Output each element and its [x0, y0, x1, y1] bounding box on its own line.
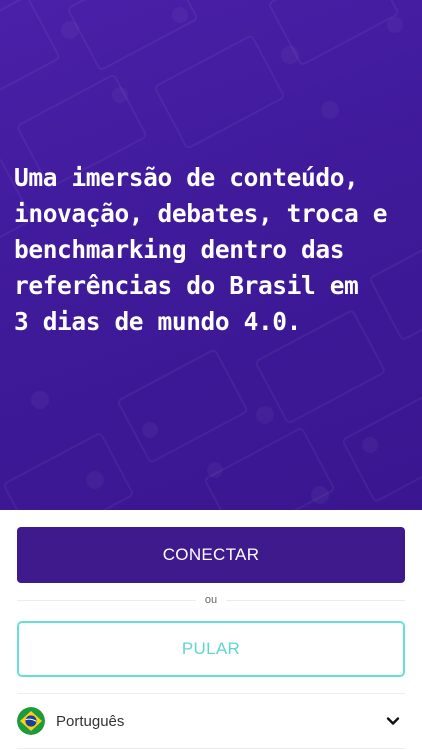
- divider-line-left: [17, 599, 196, 601]
- divider-line-right: [226, 599, 405, 601]
- connect-button[interactable]: CONECTAR: [17, 527, 405, 583]
- or-divider: ou: [17, 592, 405, 608]
- language-divider-top: [17, 693, 405, 694]
- skip-button-label: PULAR: [181, 639, 241, 658]
- login-screen: Uma imersão de conteúdo, inovação, debat…: [0, 0, 422, 750]
- chevron-down-icon[interactable]: [385, 713, 401, 729]
- auth-panel: CONECTAR ou PULAR Português: [0, 510, 422, 750]
- language-divider-bottom: [17, 748, 405, 749]
- language-label: Português: [56, 712, 125, 730]
- or-label: ou: [204, 594, 218, 606]
- connect-button-label: CONECTAR: [162, 545, 260, 564]
- hero-headline: Uma imersão de conteúdo, inovação, debat…: [14, 163, 388, 336]
- language-selector[interactable]: Português: [17, 695, 405, 747]
- brazil-flag-icon: [17, 707, 45, 735]
- skip-button[interactable]: PULAR: [17, 621, 405, 677]
- hero-banner: Uma imersão de conteúdo, inovação, debat…: [0, 0, 422, 510]
